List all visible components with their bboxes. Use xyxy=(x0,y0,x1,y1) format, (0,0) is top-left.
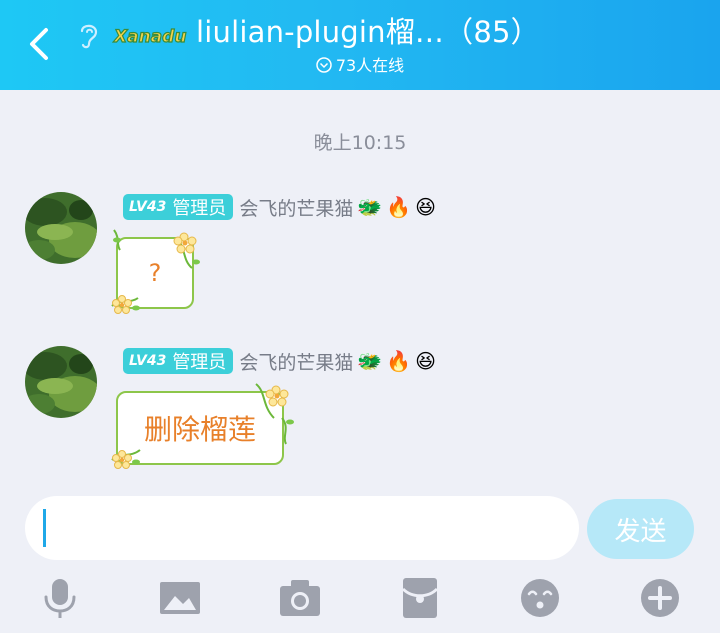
microphone-icon[interactable] xyxy=(38,576,82,620)
fire-badge-icon: 🔥 xyxy=(386,195,412,219)
level-text: LV43 xyxy=(129,353,167,369)
avatar[interactable] xyxy=(25,346,97,418)
message-meta: LV43 管理员 会飞的芒果猫 🐲 🔥 😆 xyxy=(123,193,436,221)
level-badge: LV43 管理员 xyxy=(123,194,234,220)
emoji-icon[interactable] xyxy=(518,576,562,620)
ear-icon[interactable] xyxy=(78,20,100,50)
text-cursor xyxy=(43,509,46,547)
group-logo-icon: Xanadu xyxy=(112,26,187,47)
camera-icon[interactable] xyxy=(278,576,322,620)
avatar-image xyxy=(25,192,97,264)
chevron-down-circle-icon xyxy=(316,57,332,73)
message-text: 删除榴莲 xyxy=(143,413,256,446)
dragon-badge-icon: 🐲 xyxy=(357,349,383,373)
sender-name[interactable]: 会飞的芒果猫 xyxy=(239,194,353,221)
message-text: ? xyxy=(148,259,162,287)
sender-name[interactable]: 会飞的芒果猫 xyxy=(239,348,353,375)
chat-title[interactable]: liulian-plugin榴…（85） xyxy=(196,12,540,52)
send-button[interactable]: 发送 xyxy=(587,499,694,559)
avatar[interactable] xyxy=(25,192,97,264)
flower-badge-icon: 😆 xyxy=(415,349,436,373)
role-text: 管理员 xyxy=(172,352,227,373)
flower-badge-icon: 😆 xyxy=(415,195,436,219)
message-bubble[interactable]: 删除榴莲 xyxy=(116,391,284,465)
svg-text:Xanadu: Xanadu xyxy=(113,27,186,47)
fire-badge-icon: 🔥 xyxy=(386,349,412,373)
message-input[interactable] xyxy=(25,496,579,560)
red-packet-icon[interactable] xyxy=(398,576,442,620)
role-text: 管理员 xyxy=(172,198,227,219)
level-badge: LV43 管理员 xyxy=(123,348,234,374)
online-count-text: 73人在线 xyxy=(335,56,405,75)
level-text: LV43 xyxy=(129,199,167,215)
avatar-image xyxy=(25,346,97,418)
chat-header: Xanadu liulian-plugin榴…（85） 73人在线 xyxy=(0,0,720,90)
online-count[interactable]: 73人在线 xyxy=(0,55,720,77)
message-bubble[interactable]: ? xyxy=(116,237,194,309)
plus-icon[interactable] xyxy=(638,576,682,620)
image-icon[interactable] xyxy=(158,576,202,620)
message-meta: LV43 管理员 会飞的芒果猫 🐲 🔥 😆 xyxy=(123,347,436,375)
timestamp: 晚上10:15 xyxy=(313,132,407,154)
dragon-badge-icon: 🐲 xyxy=(357,195,383,219)
